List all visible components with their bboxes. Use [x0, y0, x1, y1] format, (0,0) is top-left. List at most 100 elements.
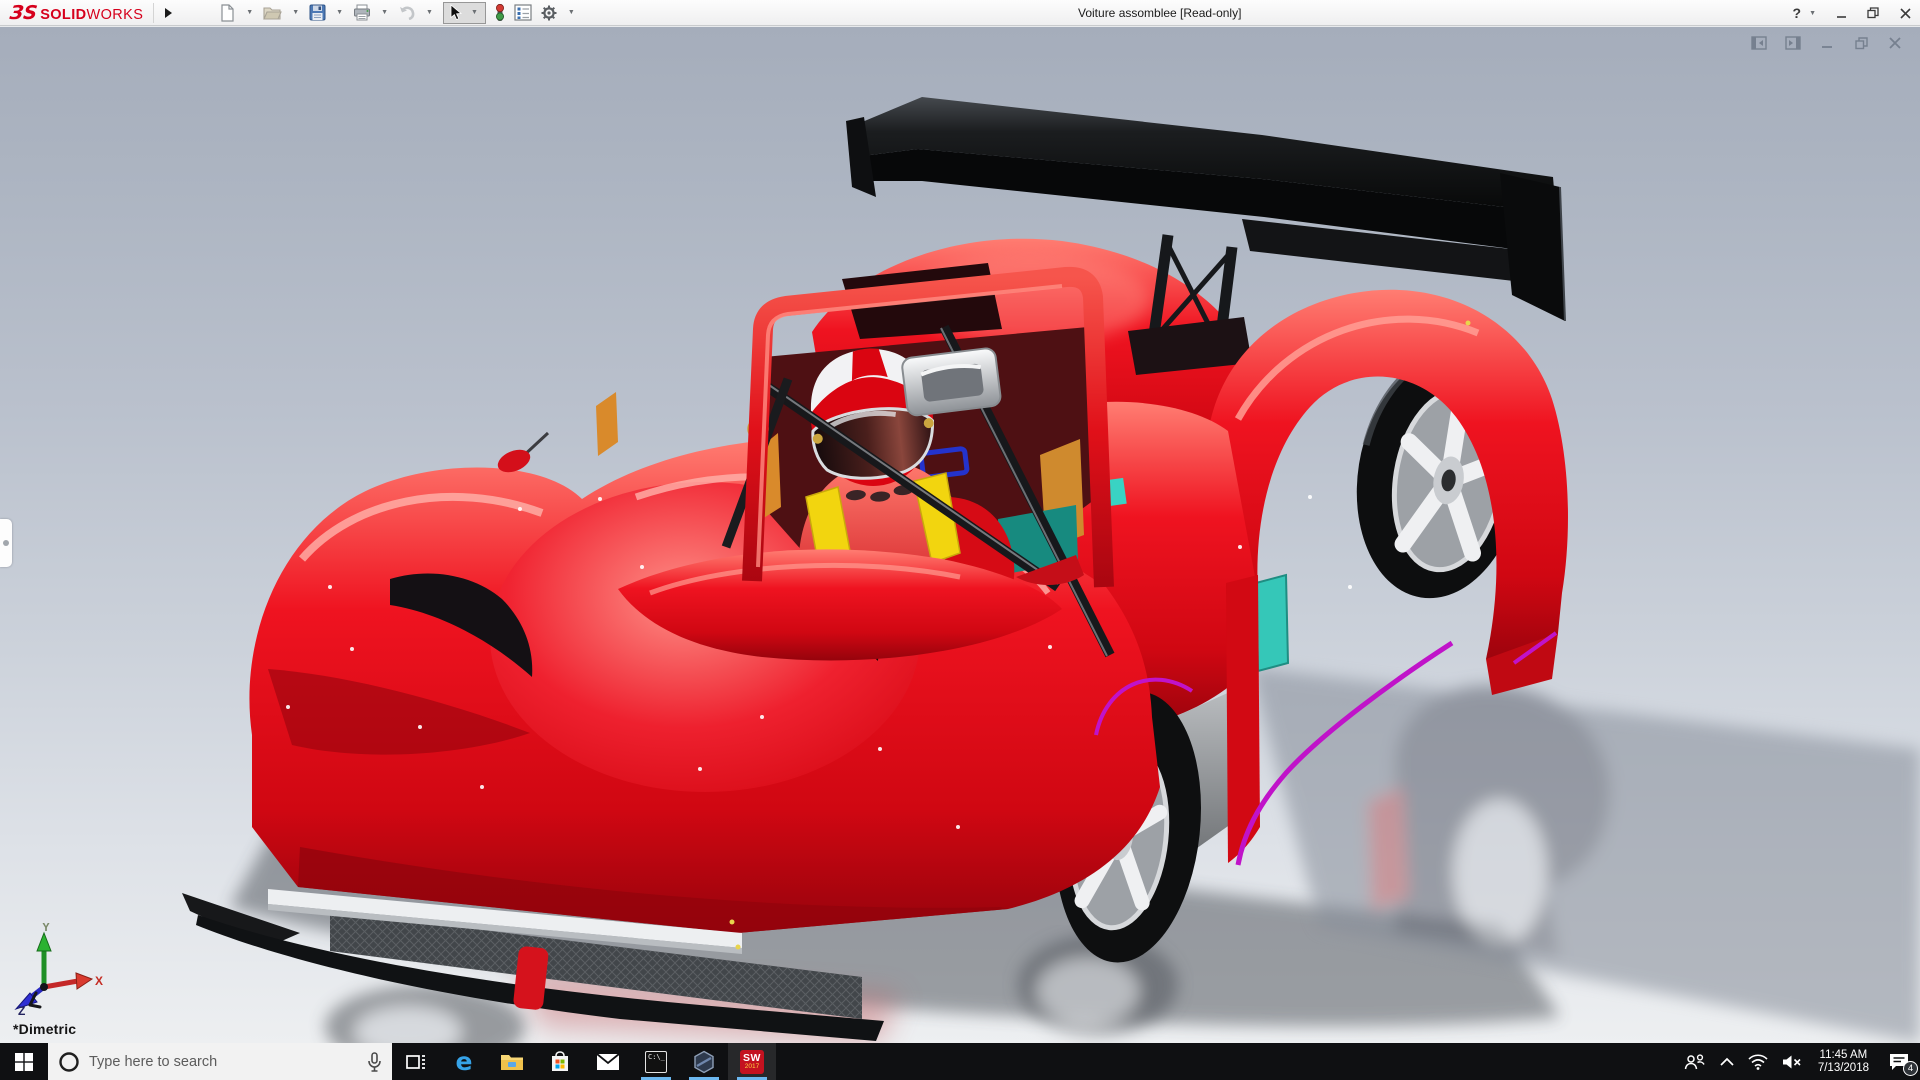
menu-expand-arrow[interactable]	[160, 3, 176, 23]
windows-taskbar: e C:\_	[0, 1043, 1920, 1080]
cortana-icon	[58, 1051, 80, 1073]
chevron-right-icon	[164, 7, 173, 19]
visualization-button[interactable]	[491, 1, 509, 25]
divider	[153, 3, 154, 23]
taskbar-apps: e C:\_	[392, 1043, 776, 1080]
triad-y-label: Y	[42, 923, 50, 934]
save-dropdown[interactable]: ▼	[331, 1, 348, 25]
document-close-button[interactable]	[1886, 35, 1904, 51]
graphics-viewport: Y X Z *Dimetric	[0, 27, 1920, 1043]
document-window-controls	[1750, 35, 1904, 51]
window-controls: ? ▼	[1793, 0, 1915, 26]
new-document-button[interactable]	[216, 1, 239, 25]
mail-icon	[596, 1053, 620, 1071]
air-intake	[901, 347, 1001, 416]
gear-icon	[540, 4, 558, 22]
triad-x-label: X	[95, 974, 103, 988]
people-button[interactable]	[1677, 1043, 1713, 1080]
solidworks-app-icon: SW 2017	[740, 1050, 764, 1074]
restore-icon	[1867, 7, 1879, 19]
print-dropdown[interactable]: ▼	[376, 1, 393, 25]
command-prompt-button[interactable]: C:\_	[632, 1043, 680, 1080]
traffic-light-icon	[494, 3, 506, 22]
triad-z-label: Z	[18, 1004, 25, 1015]
undo-button[interactable]	[395, 1, 419, 25]
close-button[interactable]	[1896, 3, 1914, 23]
select-tool-button[interactable]	[446, 1, 466, 25]
save-button[interactable]	[306, 1, 329, 25]
options-button[interactable]	[537, 1, 561, 25]
help-button[interactable]: ?	[1793, 5, 1802, 21]
title-bar: ЗS SOLID WORKS ▼ ▼	[0, 0, 1920, 26]
clock-date: 7/13/2018	[1818, 1062, 1869, 1075]
close-icon	[1889, 37, 1901, 49]
dock-right-icon	[1785, 36, 1801, 50]
task-view-button[interactable]	[392, 1043, 440, 1080]
taskbar-search[interactable]	[48, 1043, 392, 1080]
print-button[interactable]	[350, 1, 374, 25]
command-prompt-icon: C:\_	[645, 1051, 667, 1073]
people-icon	[1684, 1053, 1706, 1071]
action-center-button[interactable]: 4	[1878, 1043, 1920, 1080]
new-document-icon	[219, 4, 236, 22]
start-button[interactable]	[0, 1043, 48, 1080]
store-button[interactable]	[536, 1043, 584, 1080]
volume-button[interactable]	[1775, 1043, 1809, 1080]
open-folder-icon	[263, 5, 282, 21]
dock-left-icon	[1751, 36, 1767, 50]
dock-right-button[interactable]	[1784, 35, 1802, 51]
minimize-icon	[1836, 8, 1847, 19]
file-explorer-icon	[500, 1052, 524, 1072]
report-list-icon	[514, 4, 532, 21]
document-minimize-button[interactable]	[1818, 35, 1836, 51]
taskbar-clock[interactable]: 11:45 AM 7/13/2018	[1809, 1043, 1878, 1080]
document-restore-button[interactable]	[1852, 35, 1870, 51]
3d-model-canvas[interactable]	[0, 27, 1920, 1043]
windows-logo-icon	[15, 1053, 33, 1071]
quick-toolbar: ▼ ▼ ▼	[216, 1, 580, 25]
close-icon	[1900, 8, 1911, 19]
help-dropdown[interactable]: ▼	[1807, 10, 1818, 17]
select-tool-group: ▼	[443, 2, 486, 24]
cursor-arrow-icon	[449, 4, 463, 21]
options-dropdown[interactable]: ▼	[563, 1, 580, 25]
microphone-icon[interactable]	[367, 1052, 382, 1072]
minimize-button[interactable]	[1832, 3, 1850, 23]
save-floppy-icon	[309, 4, 326, 21]
solidworks-logo-light: WORKS	[87, 7, 144, 23]
minimize-icon	[1821, 37, 1833, 49]
restore-icon	[1855, 37, 1868, 50]
show-hidden-icons-button[interactable]	[1713, 1043, 1741, 1080]
chevron-up-icon	[1720, 1057, 1734, 1066]
file-explorer-button[interactable]	[488, 1043, 536, 1080]
new-document-dropdown[interactable]: ▼	[241, 1, 258, 25]
undo-dropdown[interactable]: ▼	[421, 1, 438, 25]
undo-icon	[398, 5, 416, 20]
system-tray: 11:45 AM 7/13/2018 4	[1677, 1043, 1920, 1080]
print-icon	[353, 4, 371, 21]
search-input[interactable]	[89, 1054, 358, 1070]
dock-left-button[interactable]	[1750, 35, 1768, 51]
solidworks-logo-mark: ЗS	[8, 2, 38, 24]
wifi-button[interactable]	[1741, 1043, 1775, 1080]
edge-icon: e	[456, 1050, 473, 1074]
open-dropdown[interactable]: ▼	[287, 1, 304, 25]
hexagon-viewer-icon	[692, 1050, 716, 1074]
view-orientation-label: *Dimetric	[13, 1021, 76, 1037]
select-tool-dropdown[interactable]: ▼	[466, 1, 483, 25]
task-view-icon	[405, 1051, 427, 1073]
report-button[interactable]	[511, 1, 535, 25]
mail-button[interactable]	[584, 1043, 632, 1080]
collapsed-panel-tab[interactable]	[0, 519, 12, 567]
mixed-reality-viewer-button[interactable]	[680, 1043, 728, 1080]
volume-muted-icon	[1782, 1054, 1802, 1070]
window-title: Voiture assomblee [Read-only]	[1078, 6, 1241, 20]
open-button[interactable]	[260, 1, 285, 25]
edge-button[interactable]: e	[440, 1043, 488, 1080]
clock-time: 11:45 AM	[1818, 1049, 1869, 1062]
solidworks-logo: ЗS SOLID WORKS	[0, 2, 143, 24]
solidworks-taskbar-button[interactable]: SW 2017	[728, 1043, 776, 1080]
restore-button[interactable]	[1864, 3, 1882, 23]
solidworks-logo-bold: SOLID	[40, 7, 86, 23]
store-icon	[549, 1051, 571, 1073]
